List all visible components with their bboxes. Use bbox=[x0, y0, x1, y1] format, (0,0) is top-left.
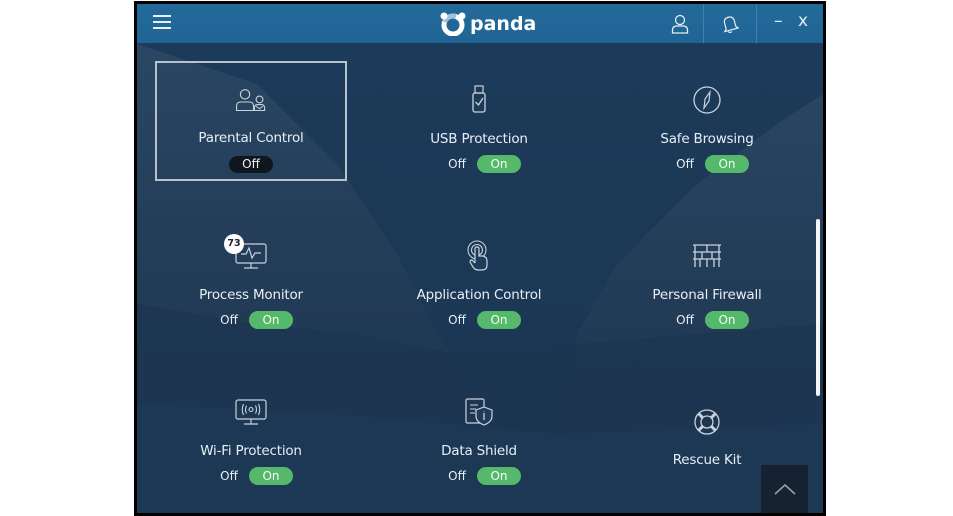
module-toggle[interactable]: Off On bbox=[611, 155, 803, 173]
lifebuoy-icon bbox=[694, 409, 720, 435]
panda-logo-icon bbox=[440, 12, 466, 36]
module-label: Personal Firewall bbox=[652, 287, 762, 303]
notification-badge: 73 bbox=[224, 234, 244, 254]
panda-app-window: panda – x Parental Control Off USB Prote… bbox=[134, 1, 826, 516]
app-header: panda – x bbox=[137, 4, 823, 43]
module-toggle[interactable]: Off On bbox=[383, 467, 575, 485]
module-toggle[interactable]: Off bbox=[157, 155, 345, 173]
toggle-on-selected[interactable]: On bbox=[477, 311, 521, 329]
panda-logo: panda bbox=[440, 12, 536, 36]
firewall-brick-icon bbox=[693, 244, 721, 267]
scroll-to-top-button[interactable] bbox=[761, 465, 808, 513]
module-label: Wi-Fi Protection bbox=[200, 443, 302, 459]
module-toggle[interactable]: Off On bbox=[611, 311, 803, 329]
module-label: Application Control bbox=[416, 287, 542, 303]
module-process-monitor[interactable]: 73 Process Monitor Off On bbox=[155, 217, 347, 337]
module-personal-firewall[interactable]: Personal Firewall Off On bbox=[611, 217, 803, 337]
toggle-on-selected[interactable]: On bbox=[477, 155, 521, 173]
bell-icon[interactable] bbox=[704, 4, 756, 43]
brand-name: panda bbox=[470, 13, 537, 35]
minimize-button[interactable]: – bbox=[774, 11, 783, 31]
module-label: Process Monitor bbox=[199, 287, 303, 303]
module-label: Parental Control bbox=[198, 130, 304, 146]
toggle-off[interactable]: Off bbox=[665, 157, 705, 171]
toggle-off[interactable]: Off bbox=[437, 469, 477, 483]
chevron-up-icon bbox=[773, 483, 796, 495]
module-wifi-protection[interactable]: Wi-Fi Protection Off On bbox=[155, 373, 347, 493]
module-toggle[interactable]: Off On bbox=[155, 311, 347, 329]
module-data-shield[interactable]: Data Shield Off On bbox=[383, 373, 575, 493]
document-shield-icon bbox=[465, 398, 493, 426]
parental-control-icon bbox=[235, 89, 266, 112]
toggle-off[interactable]: Off bbox=[665, 313, 705, 327]
toggle-on-selected[interactable]: On bbox=[705, 155, 749, 173]
module-label: Safe Browsing bbox=[660, 131, 754, 147]
usb-shield-icon bbox=[472, 85, 486, 113]
toggle-off-selected[interactable]: Off bbox=[229, 155, 273, 173]
touch-hand-icon bbox=[467, 240, 488, 271]
module-toggle[interactable]: Off On bbox=[383, 311, 575, 329]
close-button[interactable]: x bbox=[798, 11, 808, 31]
hamburger-menu-icon[interactable] bbox=[153, 15, 171, 31]
module-usb-protection[interactable]: USB Protection Off On bbox=[383, 61, 575, 181]
app-content: panda – x Parental Control Off USB Prote… bbox=[137, 4, 823, 513]
wifi-monitor-icon bbox=[235, 399, 267, 425]
toggle-on-selected[interactable]: On bbox=[249, 311, 293, 329]
user-icon[interactable] bbox=[654, 4, 706, 43]
module-label: Data Shield bbox=[441, 443, 517, 459]
toggle-on-selected[interactable]: On bbox=[705, 311, 749, 329]
compass-icon bbox=[693, 86, 721, 114]
vertical-scrollbar-thumb[interactable] bbox=[816, 219, 820, 396]
toggle-off[interactable]: Off bbox=[209, 469, 249, 483]
module-safe-browsing[interactable]: Safe Browsing Off On bbox=[611, 61, 803, 181]
module-parental-control[interactable]: Parental Control Off bbox=[155, 61, 347, 181]
toggle-off[interactable]: Off bbox=[437, 157, 477, 171]
toggle-off[interactable]: Off bbox=[209, 313, 249, 327]
module-label: USB Protection bbox=[430, 131, 528, 147]
module-toggle[interactable]: Off On bbox=[155, 467, 347, 485]
module-toggle[interactable]: Off On bbox=[383, 155, 575, 173]
toggle-off[interactable]: Off bbox=[437, 313, 477, 327]
header-divider bbox=[756, 4, 757, 43]
toggle-on-selected[interactable]: On bbox=[249, 467, 293, 485]
toggle-on-selected[interactable]: On bbox=[477, 467, 521, 485]
module-application-control[interactable]: Application Control Off On bbox=[383, 217, 575, 337]
